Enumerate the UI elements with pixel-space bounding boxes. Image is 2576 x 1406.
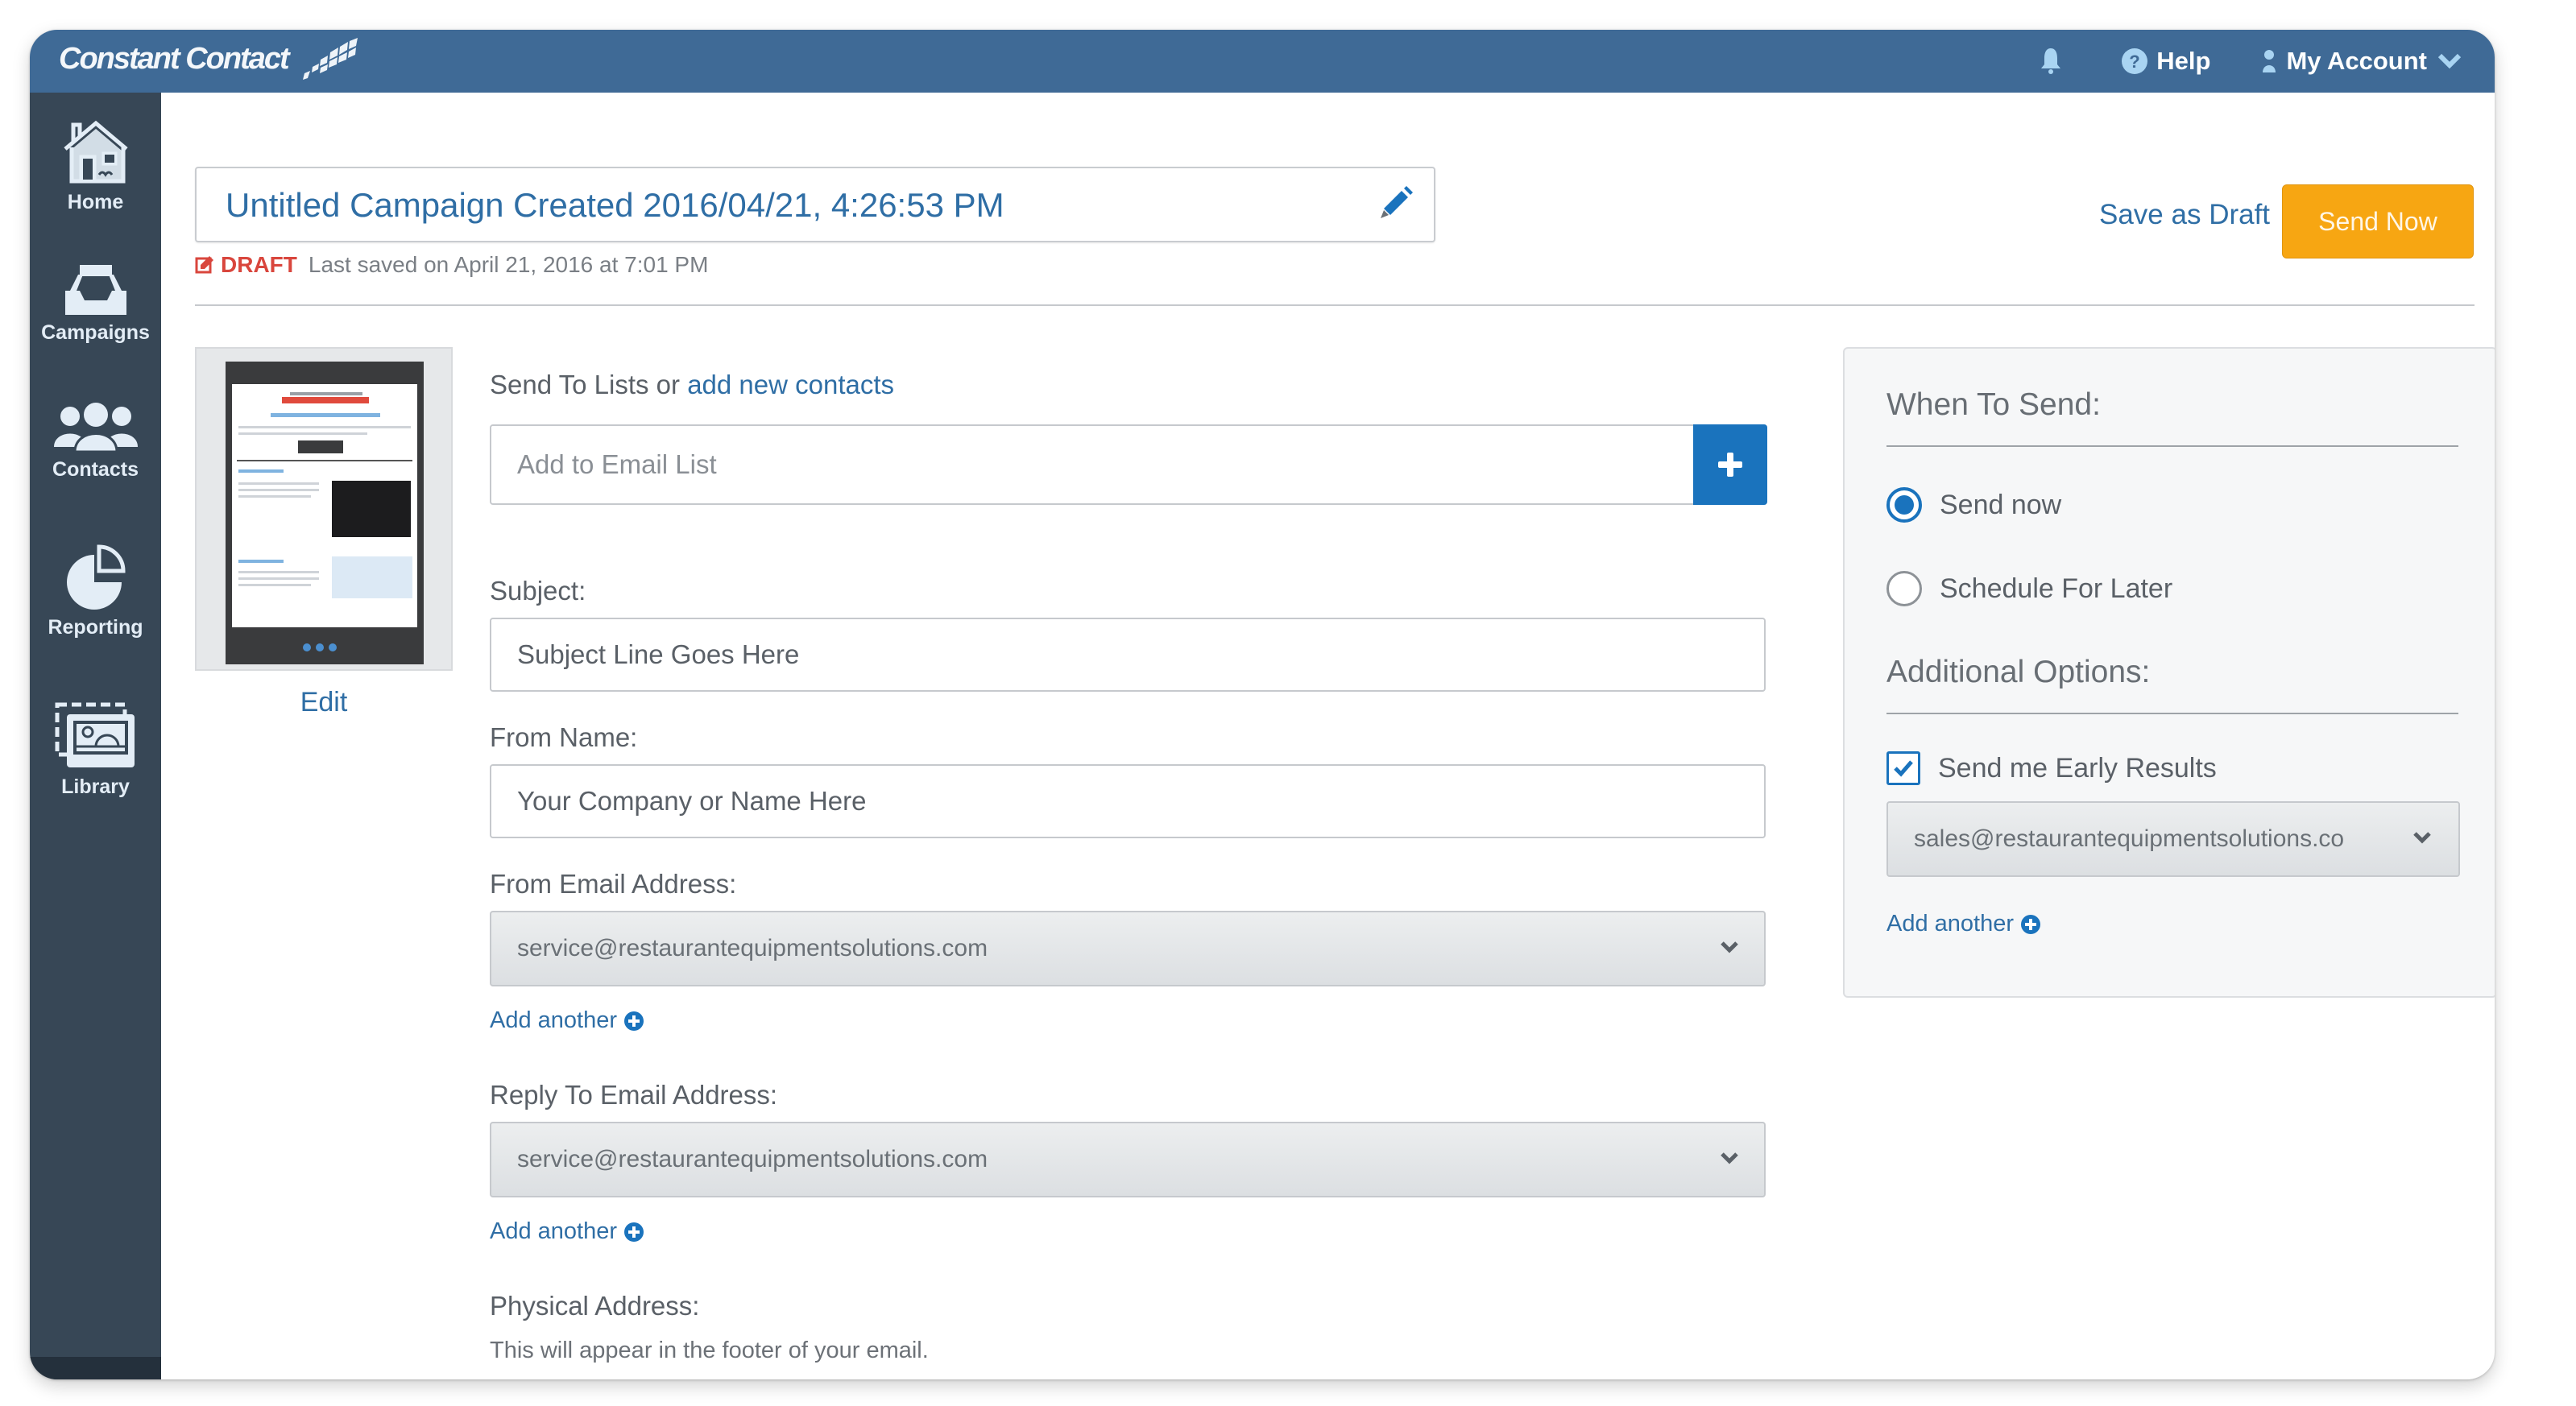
draft-edit-icon <box>195 256 213 274</box>
chevron-down-icon <box>1721 941 1738 953</box>
brand-name: Constant Contact <box>59 41 290 76</box>
sidebar-label-library: Library <box>61 775 130 798</box>
sidebar-item-home[interactable]: Home <box>30 118 161 214</box>
sidebar-label-home: Home <box>67 191 124 213</box>
inbox-tray-icon <box>64 265 126 315</box>
edit-email-link[interactable]: Edit <box>161 687 487 718</box>
bell-icon <box>2041 48 2061 74</box>
chevron-down-icon <box>1721 1152 1738 1164</box>
sidebar-footer <box>30 1357 161 1379</box>
sidebar-item-reporting[interactable]: Reporting <box>30 544 161 639</box>
send-to-lists-label: Send To Lists or add new contacts <box>490 370 894 400</box>
my-account-label: My Account <box>2286 47 2427 75</box>
radio-unselected-icon[interactable] <box>1886 571 1922 606</box>
early-results-checkbox-row[interactable]: Send me Early Results <box>1886 751 2217 785</box>
email-list-placeholder: Add to Email List <box>517 449 717 479</box>
sidebar-item-campaigns[interactable]: Campaigns <box>30 263 161 345</box>
sidebar: Home Campaigns Contacts Reporting Librar… <box>30 93 161 1379</box>
reply-to-label: Reply To Email Address: <box>490 1080 778 1110</box>
user-icon <box>2263 50 2276 72</box>
when-to-send-heading: When To Send: <box>1886 387 2101 422</box>
send-options-panel: When To Send: Send now Schedule For Late… <box>1843 347 2495 998</box>
email-preview-thumbnail[interactable] <box>195 347 453 671</box>
save-as-draft-button[interactable]: Save as Draft <box>2099 199 2270 231</box>
pie-chart-icon <box>66 544 126 610</box>
email-preview-body <box>232 384 417 627</box>
when-to-send-divider <box>1886 445 2458 447</box>
reply-to-select[interactable]: service@restaurantequipmentsolutions.com <box>490 1122 1766 1197</box>
sidebar-label-contacts: Contacts <box>52 458 139 481</box>
add-email-list-button[interactable] <box>1693 424 1767 505</box>
sidebar-label-campaigns: Campaigns <box>41 321 150 344</box>
sidebar-item-contacts[interactable]: Contacts <box>30 402 161 482</box>
add-another-from-email[interactable]: Add another <box>490 1007 644 1034</box>
physical-address-label: Physical Address: <box>490 1291 700 1321</box>
question-circle-icon: ? <box>2122 48 2148 74</box>
add-another-early-results[interactable]: Add another <box>1886 911 2041 937</box>
chevron-down-icon <box>2437 53 2462 69</box>
last-saved-text: Last saved on April 21, 2016 at 7:01 PM <box>308 252 709 277</box>
early-results-email-value: sales@restaurantequipmentsolutions.co <box>1914 825 2345 852</box>
campaign-title: Untitled Campaign Created 2016/04/21, 4:… <box>226 186 1004 224</box>
send-now-button[interactable]: Send Now <box>2282 184 2474 258</box>
sidebar-label-reporting: Reporting <box>48 616 143 639</box>
from-email-label: From Email Address: <box>490 869 737 899</box>
plus-icon <box>1718 453 1742 477</box>
radio-send-now-label: Send now <box>1940 489 2062 520</box>
early-results-email-select[interactable]: sales@restaurantequipmentsolutions.co <box>1886 801 2460 877</box>
radio-send-now[interactable]: Send now <box>1886 487 2061 523</box>
notifications-button[interactable] <box>2039 47 2071 76</box>
email-list-input[interactable]: Add to Email List <box>490 424 1767 505</box>
from-name-input[interactable]: Your Company or Name Here <box>490 764 1766 838</box>
people-icon <box>53 403 138 453</box>
early-results-label: Send me Early Results <box>1938 752 2217 784</box>
help-label: Help <box>2156 47 2211 75</box>
app-window: Constant Contact ? Help My Account Home … <box>30 30 2495 1379</box>
email-preview-frame <box>226 362 424 664</box>
add-new-contacts-link[interactable]: add new contacts <box>687 370 894 399</box>
radio-schedule-later[interactable]: Schedule For Later <box>1886 571 2172 606</box>
send-now-label: Send Now <box>2318 206 2437 236</box>
sidebar-item-library[interactable]: Library <box>30 701 161 799</box>
my-account-menu[interactable]: My Account <box>2260 47 2462 76</box>
radio-schedule-later-label: Schedule For Later <box>1940 573 2173 604</box>
svg-text:?: ? <box>2130 52 2140 72</box>
header-divider <box>195 304 2475 306</box>
add-another-label: Add another <box>1886 911 2015 937</box>
additional-options-divider <box>1886 713 2458 714</box>
help-button[interactable]: ? Help <box>2121 47 2210 76</box>
flag-logo-icon <box>302 38 358 80</box>
pencil-edit-icon[interactable] <box>1377 186 1413 221</box>
home-icon <box>63 120 128 184</box>
plus-circle-icon <box>624 1011 644 1031</box>
from-name-label: From Name: <box>490 722 638 752</box>
main-content: Untitled Campaign Created 2016/04/21, 4:… <box>161 93 2495 1379</box>
header-actions: ? Help My Account <box>1989 30 2462 93</box>
plus-circle-icon <box>2021 914 2041 934</box>
campaign-title-field[interactable]: Untitled Campaign Created 2016/04/21, 4:… <box>195 167 1435 242</box>
add-another-label: Add another <box>490 1218 618 1244</box>
image-library-icon <box>55 702 135 767</box>
status-badge: DRAFT <box>221 252 297 277</box>
plus-circle-icon <box>624 1222 644 1242</box>
from-email-value: service@restaurantequipmentsolutions.com <box>517 935 988 961</box>
radio-selected-icon[interactable] <box>1886 487 1922 523</box>
draft-status: DRAFT Last saved on April 21, 2016 at 7:… <box>195 252 708 278</box>
subject-label: Subject: <box>490 576 586 606</box>
send-to-lists-text: Send To Lists or <box>490 370 681 399</box>
chevron-down-icon <box>2413 832 2431 844</box>
top-header: Constant Contact ? Help My Account <box>30 30 2495 93</box>
from-email-select[interactable]: service@restaurantequipmentsolutions.com <box>490 911 1766 986</box>
add-another-reply-to[interactable]: Add another <box>490 1218 644 1245</box>
subject-value: Subject Line Goes Here <box>517 639 800 669</box>
brand-logo[interactable]: Constant Contact <box>59 38 358 80</box>
checkmark-icon <box>1894 760 1913 777</box>
add-another-label: Add another <box>490 1007 618 1033</box>
early-results-checkbox[interactable] <box>1886 751 1920 785</box>
subject-input[interactable]: Subject Line Goes Here <box>490 618 1766 692</box>
from-name-value: Your Company or Name Here <box>517 786 867 816</box>
reply-to-value: service@restaurantequipmentsolutions.com <box>517 1146 988 1172</box>
additional-options-heading: Additional Options: <box>1886 655 2151 689</box>
physical-address-hint: This will appear in the footer of your e… <box>490 1338 929 1363</box>
